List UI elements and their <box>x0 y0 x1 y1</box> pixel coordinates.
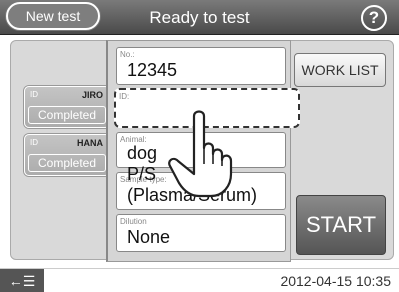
patient-status: Completed <box>28 154 106 172</box>
datetime: 2012-04-15 10:35 <box>280 273 391 289</box>
dilution-field-value: None <box>127 227 171 247</box>
page-title: Ready to test <box>149 8 250 27</box>
id-field-label: ID: <box>119 92 130 101</box>
number-field[interactable]: No.: 12345 <box>116 47 286 85</box>
footer-bar: ←☰ 2012-04-15 10:35 <box>0 268 399 292</box>
patient-name: HANA <box>77 138 103 148</box>
patient-tab-hana[interactable]: ID HANA Completed <box>24 134 110 176</box>
patient-tab-jiro[interactable]: ID JIRO Completed <box>24 86 110 128</box>
patient-id-label: ID <box>30 138 38 147</box>
dilution-field[interactable]: Dilution None <box>116 214 286 252</box>
start-button[interactable]: START <box>296 195 386 255</box>
animal-field-value: dog <box>127 143 158 163</box>
back-list-icon: ←☰ <box>8 273 36 289</box>
patient-name: JIRO <box>81 90 103 100</box>
patient-status: Completed <box>28 106 106 124</box>
work-list-button[interactable]: WORK LIST <box>294 53 386 87</box>
number-field-value: 12345 <box>127 60 178 80</box>
help-icon: ? <box>368 8 380 27</box>
patient-id-label: ID <box>30 90 38 99</box>
new-test-tab[interactable]: New test <box>6 2 100 30</box>
help-button[interactable]: ? <box>361 5 387 31</box>
dilution-field-label: Dilution <box>120 217 147 226</box>
pointing-hand-icon <box>168 110 233 198</box>
number-field-label: No.: <box>120 50 135 59</box>
back-list-button[interactable]: ←☰ <box>0 269 44 292</box>
